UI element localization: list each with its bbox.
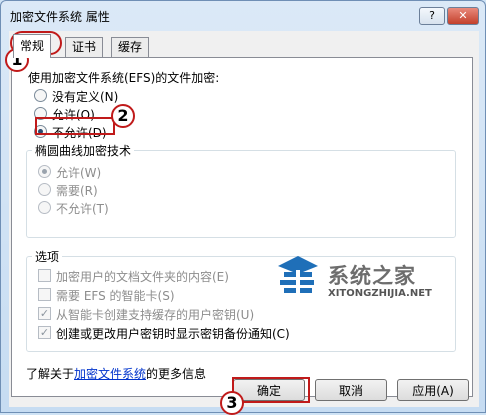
help-button[interactable]: ?	[419, 7, 445, 25]
general-panel: 使用加密文件系统(EFS)的文件加密: 没有定义(N) 允许(O) 不允许(D)…	[11, 57, 473, 397]
window-title: 加密文件系统 属性	[10, 10, 110, 24]
watermark-logo-icon	[278, 256, 318, 298]
options-group-title: 选项	[32, 248, 63, 265]
cancel-button[interactable]: 取消	[315, 379, 387, 401]
annotation-highlight-option	[35, 117, 115, 135]
option-backup-notify-checkbox[interactable]: ✓	[38, 326, 51, 339]
ecc-group-title: 椭圆曲线加密技术	[32, 142, 135, 159]
ecc-option-require: 需要(R)	[56, 184, 98, 198]
ecc-option-allow: 允许(W)	[56, 166, 102, 180]
option-encrypt-documents-checkbox[interactable]	[38, 269, 51, 282]
efs-heading: 使用加密文件系统(EFS)的文件加密:	[28, 71, 220, 85]
tab-certificates[interactable]: 证书	[65, 37, 104, 57]
learn-more-prefix: 了解关于	[26, 367, 75, 381]
ecc-radio-require[interactable]	[38, 183, 51, 196]
tab-cache[interactable]: 缓存	[111, 37, 150, 57]
efs-radio-not-defined[interactable]	[34, 89, 47, 102]
ecc-radio-do-not-allow[interactable]	[38, 201, 51, 214]
properties-dialog: 加密文件系统 属性 ? ✕ 常规 证书 缓存 使用加密文件系统(EFS)的文件加…	[0, 0, 486, 415]
option-require-smartcard-label: 需要 EFS 的智能卡(S)	[56, 289, 175, 303]
option-cache-key-label: 从智能卡创建支持缓存的用户密钥(U)	[56, 308, 255, 322]
title-bar: 加密文件系统 属性 ? ✕	[1, 1, 485, 29]
option-cache-key-checkbox[interactable]: ✓	[38, 307, 51, 320]
option-require-smartcard-checkbox[interactable]	[38, 288, 51, 301]
learn-more-link[interactable]: 加密文件系统	[74, 367, 146, 381]
dialog-client-area: 常规 证书 缓存 使用加密文件系统(EFS)的文件加密: 没有定义(N) 允许(…	[9, 31, 479, 407]
annotation-highlight-ok	[232, 377, 310, 403]
learn-more-text: 了解关于加密文件系统的更多信息	[26, 365, 206, 382]
annotation-marker-2: 2	[111, 104, 135, 128]
site-watermark: 系统之家 XITONGZHIJIA.NET	[274, 254, 460, 310]
annotation-marker-3: 3	[220, 391, 244, 415]
efs-option-not-defined: 没有定义(N)	[52, 90, 119, 104]
option-backup-notify-label: 创建或更改用户密钥时显示密钥备份通知(C)	[56, 327, 290, 341]
ecc-radio-allow[interactable]	[38, 165, 51, 178]
option-encrypt-documents-label: 加密用户的文档文件夹的内容(E)	[56, 270, 229, 284]
apply-button[interactable]: 应用(A)	[397, 379, 469, 401]
watermark-title: 系统之家	[328, 264, 416, 288]
watermark-subtitle: XITONGZHIJIA.NET	[328, 288, 432, 299]
ecc-option-do-not-allow: 不允许(T)	[56, 202, 109, 216]
learn-more-suffix: 的更多信息	[146, 367, 207, 381]
tab-general[interactable]: 常规	[13, 34, 52, 58]
close-button[interactable]: ✕	[447, 7, 479, 25]
